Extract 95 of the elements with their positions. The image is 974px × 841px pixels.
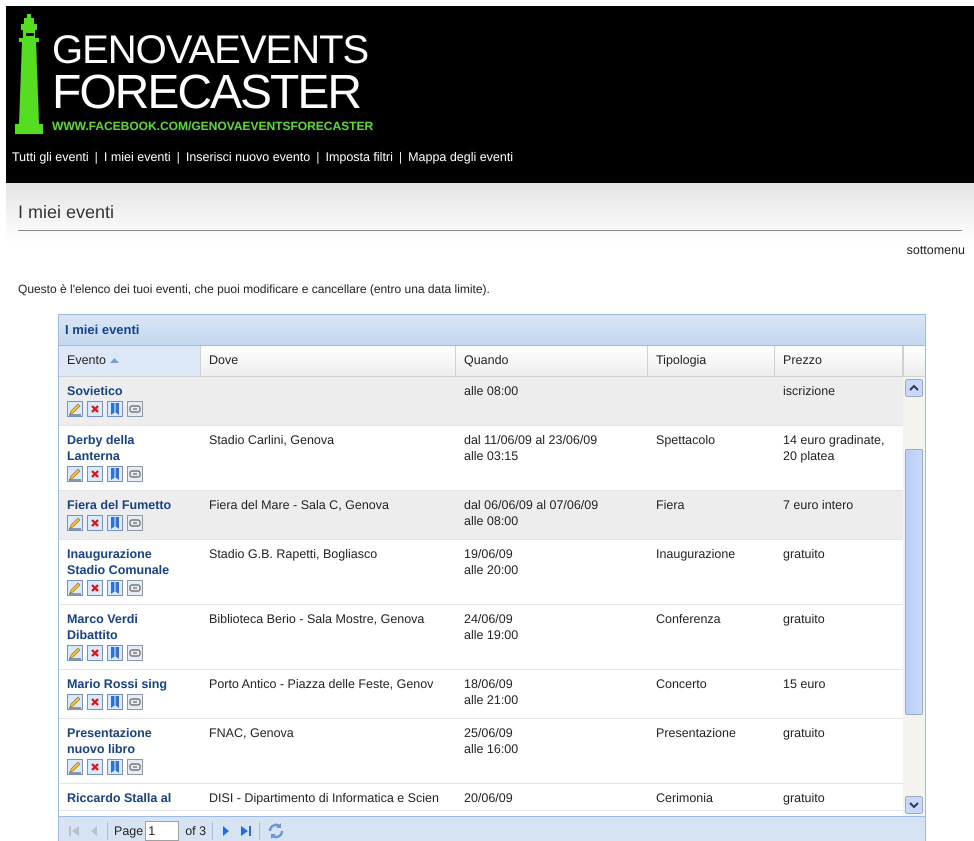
- chain-icon[interactable]: [127, 694, 143, 710]
- cross-icon[interactable]: [87, 580, 103, 596]
- page-title: I miei eventi: [18, 202, 114, 222]
- table-cell-text: gratuito: [783, 546, 826, 562]
- nav-separator: |: [176, 149, 180, 166]
- table-row[interactable]: Fiera del Fumetto Fiera del Mare - Sala C, Genova dal 06/06/09 al 07/06/09 alle 08:00 Fiera 7 euro intero: [59, 490, 903, 540]
- lighthouse-logo-icon: [14, 14, 46, 134]
- column-header[interactable]: Tipologia: [648, 346, 775, 376]
- grid-title: I miei eventi: [65, 321, 140, 339]
- logo-url: WWW.FACEBOOK.COM/GENOVAEVENTSFORECASTER: [52, 120, 374, 132]
- table-cell-text: 19/06/09 alle 20:00: [464, 546, 520, 578]
- page-label: Page: [114, 822, 144, 840]
- cross-icon[interactable]: [87, 466, 103, 482]
- table-cell-text: DISI - Dipartimento di Informatica e Scien: [209, 790, 440, 806]
- table-cell-text: Fiera del Mare - Sala C, Genova: [209, 496, 390, 513]
- chain-icon[interactable]: [127, 644, 143, 661]
- pencil-icon[interactable]: [67, 758, 83, 775]
- pencil-icon[interactable]: [67, 466, 83, 482]
- table-cell-text: dal 06/06/09 al 07/06/09 alle 08:00: [464, 496, 600, 529]
- book-icon[interactable]: [107, 758, 123, 775]
- book-icon[interactable]: [107, 514, 123, 531]
- nav-link[interactable]: Inserisci nuovo evento: [186, 148, 310, 167]
- table-cell-text: Porto Antico - Piazza delle Feste, Genov: [209, 676, 434, 692]
- book-icon[interactable]: [107, 400, 123, 417]
- table-cell-text: Inaugurazione: [656, 546, 736, 562]
- table-cell-text: 20/06/09: [464, 790, 514, 806]
- book-icon[interactable]: [107, 694, 123, 710]
- column-header[interactable]: Quando: [456, 346, 648, 376]
- table-cell-text: Spettacolo: [656, 432, 716, 448]
- cross-icon[interactable]: [87, 644, 103, 661]
- chain-icon[interactable]: [127, 466, 143, 482]
- description-text: Questo è l'elenco dei tuoi eventi, che puoi modificare e cancellare (entro una data limite).: [18, 282, 490, 296]
- table-cell-text: Cerimonia: [656, 790, 714, 806]
- column-header[interactable]: Evento: [59, 346, 201, 376]
- event-link[interactable]: Sovietico: [67, 382, 185, 399]
- event-link[interactable]: Fiera del Fumetto: [67, 496, 185, 513]
- table-cell-text: gratuito: [783, 610, 826, 627]
- book-icon[interactable]: [107, 580, 123, 596]
- pencil-icon[interactable]: [67, 400, 83, 417]
- page-number-field[interactable]: 1: [145, 821, 180, 841]
- table-cell-text: 7 euro intero: [783, 496, 854, 513]
- nav-separator: |: [94, 149, 98, 166]
- table-cell-text: 14 euro gradinate, 20 platea: [783, 432, 886, 464]
- pencil-icon[interactable]: [67, 580, 83, 596]
- table-cell-text: Fiera: [656, 496, 686, 513]
- last-page-icon[interactable]: [239, 824, 254, 838]
- table-cell-text: 15 euro: [783, 676, 826, 692]
- logo-title: GENOVAEVENTS: [52, 30, 370, 70]
- table-cell-text: gratuito: [783, 724, 826, 741]
- event-link[interactable]: Mario Rossi sing: [67, 676, 185, 692]
- table-cell-text: iscrizione: [783, 382, 836, 399]
- event-link[interactable]: Derby della Lanterna: [67, 432, 185, 464]
- submenu-label: sottomenu: [906, 242, 965, 259]
- cross-icon[interactable]: [87, 400, 103, 417]
- table-cell-text: dal 11/06/09 al 23/06/09 alle 03:15: [464, 432, 598, 464]
- pencil-icon[interactable]: [67, 514, 83, 531]
- sort-ascending-icon: [110, 358, 119, 364]
- table-cell-text: gratuito: [783, 790, 826, 806]
- chain-icon[interactable]: [127, 580, 143, 596]
- nav-link[interactable]: Mappa degli eventi: [408, 148, 514, 167]
- nav-separator: |: [398, 149, 402, 166]
- pencil-icon[interactable]: [67, 694, 83, 710]
- nav-separator: |: [316, 149, 320, 166]
- logo-title: FORECASTER: [52, 70, 362, 116]
- event-link[interactable]: Marco Verdi Dibattito: [67, 610, 185, 643]
- table-cell-text: alle 08:00: [464, 382, 520, 399]
- table-cell-text: 18/06/09 alle 21:00: [464, 676, 520, 708]
- nav-link[interactable]: I miei eventi: [104, 148, 171, 167]
- book-icon[interactable]: [107, 466, 123, 482]
- event-link[interactable]: Presentazione nuovo libro: [67, 724, 185, 757]
- chain-icon[interactable]: [127, 758, 143, 775]
- nav-link[interactable]: Tutti gli eventi: [12, 148, 89, 167]
- table-cell-text: Stadio Carlini, Genova: [209, 432, 336, 448]
- column-header[interactable]: Prezzo: [775, 346, 903, 376]
- book-icon[interactable]: [107, 644, 123, 661]
- table-cell-text: Conferenza: [656, 610, 722, 627]
- chain-icon[interactable]: [127, 514, 143, 531]
- event-link[interactable]: Inaugurazione Stadio Comunale: [67, 546, 185, 578]
- pencil-icon[interactable]: [67, 644, 83, 661]
- chain-icon[interactable]: [127, 400, 143, 417]
- nav-link[interactable]: Imposta filtri: [326, 148, 393, 167]
- column-header[interactable]: Dove: [201, 346, 456, 376]
- table-cell-text: Concerto: [656, 676, 708, 692]
- cross-icon[interactable]: [87, 514, 103, 531]
- event-link[interactable]: Riccardo Stalla al: [67, 790, 185, 806]
- page-count-label: of 3: [185, 822, 206, 840]
- cross-icon[interactable]: [87, 758, 103, 775]
- table-cell-text: 25/06/09 alle 16:00: [464, 724, 520, 757]
- cross-icon[interactable]: [87, 694, 103, 710]
- table-cell-text: FNAC, Genova: [209, 724, 295, 741]
- table-row[interactable]: Sovietico alle 08:00 iscrizione: [59, 376, 903, 426]
- table-cell-text: Presentazione: [656, 724, 737, 741]
- table-cell-text: Biblioteca Berio - Sala Mostre, Genova: [209, 610, 426, 627]
- table-cell-text: Stadio G.B. Rapetti, Bogliasco: [209, 546, 378, 562]
- table-cell-text: 24/06/09 alle 19:00: [464, 610, 520, 643]
